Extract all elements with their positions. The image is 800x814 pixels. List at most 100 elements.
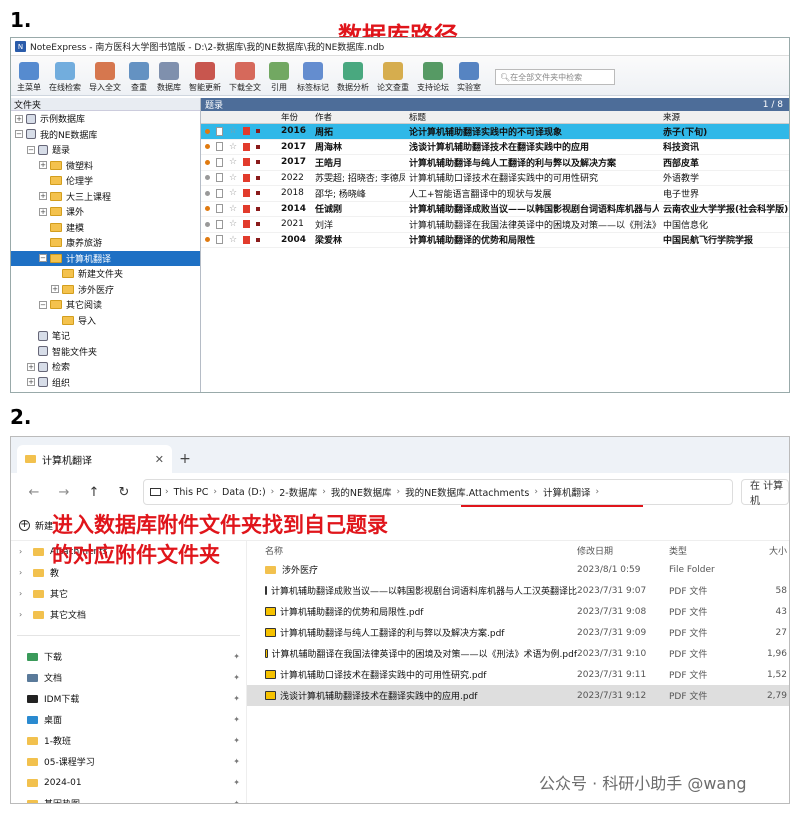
quick-access-item[interactable]: 下载 ✦ <box>11 646 246 667</box>
breadcrumb-item[interactable]: 2-数据库 <box>274 485 322 499</box>
breadcrumb-item[interactable]: Data (D:) <box>217 487 271 498</box>
file-row[interactable]: 计算机辅助翻译的优势和局限性.pdf 2023/7/31 9:08 PDF 文件 43 <box>247 601 789 622</box>
forward-icon[interactable]: → <box>49 485 79 500</box>
nav-item[interactable]: › 其它 <box>11 583 246 604</box>
expand-toggle-icon[interactable]: + <box>39 192 47 201</box>
star-icon[interactable]: ☆ <box>229 188 237 198</box>
col-year[interactable]: 年份 <box>277 111 311 123</box>
tree-node[interactable]: 新建文件夹 <box>11 266 200 282</box>
flag-icon[interactable] <box>243 142 251 151</box>
table-row[interactable]: ☆ 2018 邵华; 杨晓峰 人工+智能语言翻译中的现状与发展 电子世界 <box>201 186 789 202</box>
address-bar[interactable]: › This PC › Data (D:) › 2-数据库 › 我的NE数据库 › 我的NE数据库… <box>143 479 733 505</box>
tree-node[interactable]: + 示例数据库 <box>11 111 200 127</box>
pin-icon[interactable]: ✦ <box>233 799 240 803</box>
breadcrumb-item[interactable]: 我的NE数据库 <box>326 485 397 499</box>
toolbar-button[interactable]: 导入全文 <box>85 62 125 95</box>
tree-node[interactable]: 伦理学 <box>11 173 200 189</box>
chevron-right-icon[interactable]: › <box>19 610 29 619</box>
breadcrumb-item[interactable]: This PC <box>169 487 214 498</box>
star-icon[interactable]: ☆ <box>229 126 237 136</box>
table-row[interactable]: ☆ 2014 任诚刚 计算机辅助翻译成败当议——以韩国影视剧台词语料库机器与人… 云南农… <box>201 202 789 217</box>
star-icon[interactable]: ☆ <box>229 142 237 152</box>
toolbar-button[interactable]: 查重 <box>125 62 153 95</box>
tree-node[interactable]: + 检索 <box>11 359 200 375</box>
expand-toggle-icon[interactable]: + <box>27 378 35 387</box>
file-row[interactable]: 浅谈计算机辅助翻译技术在翻译实践中的应用.pdf 2023/7/31 9:12 PD… <box>247 685 789 706</box>
expand-toggle-icon[interactable]: − <box>39 300 47 309</box>
file-row[interactable]: 计算机辅助翻译在我国法律英译中的困境及对策——以《刑法》术语为例.pdf 2023… <box>247 643 789 664</box>
pin-icon[interactable]: ✦ <box>233 673 240 682</box>
file-row[interactable]: 计算机辅助口译技术在翻译实践中的可用性研究.pdf 2023/7/31 9:11 P… <box>247 664 789 685</box>
tree-node[interactable]: + 大三上课程 <box>11 189 200 205</box>
flag-icon[interactable] <box>243 127 251 136</box>
quick-access-item[interactable]: 基因热图 ✦ <box>11 793 246 803</box>
expand-toggle-icon[interactable] <box>51 316 59 324</box>
expand-toggle-icon[interactable]: − <box>15 130 23 139</box>
flag-icon[interactable] <box>243 158 251 167</box>
table-row[interactable]: ☆ 2016 周拓 论计算机辅助翻译实践中的不可译现象 赤子(下旬) <box>201 124 789 140</box>
expand-toggle-icon[interactable] <box>39 177 47 185</box>
toolbar-button[interactable]: 主菜单 <box>13 62 45 95</box>
quick-access-item[interactable]: 05-课程学习 ✦ <box>11 751 246 772</box>
flag-icon[interactable] <box>243 204 251 213</box>
toolbar-button[interactable]: 下载全文 <box>225 62 265 95</box>
quick-access-item[interactable]: 1-教班 ✦ <box>11 730 246 751</box>
breadcrumb-item[interactable]: 我的NE数据库.Attachments <box>400 485 534 499</box>
search-input[interactable]: 🔍︎ 在全部文件夹中检索 <box>495 69 615 85</box>
toolbar-button[interactable]: 数据库 <box>153 62 185 95</box>
expand-toggle-icon[interactable]: + <box>51 285 59 294</box>
star-icon[interactable]: ☆ <box>229 235 237 245</box>
chevron-right-icon[interactable]: › <box>19 568 29 577</box>
star-icon[interactable]: ☆ <box>229 219 237 229</box>
pin-icon[interactable]: ✦ <box>233 715 240 724</box>
star-icon[interactable]: ☆ <box>229 157 237 167</box>
refresh-icon[interactable]: ↻ <box>109 485 139 500</box>
expand-toggle-icon[interactable]: − <box>39 254 47 263</box>
quick-access-item[interactable]: 文档 ✦ <box>11 667 246 688</box>
expand-toggle-icon[interactable]: + <box>39 161 47 170</box>
tree-node[interactable]: 建模 <box>11 220 200 236</box>
col-date[interactable]: 修改日期 <box>577 544 669 557</box>
table-row[interactable]: ☆ 2022 苏雯超; 招晓杏; 李德凤 计算机辅助口译技术在翻译实践中的可用性研究 外… <box>201 171 789 186</box>
chevron-right-icon[interactable]: › <box>19 589 29 598</box>
file-row[interactable]: 计算机辅助翻译与纯人工翻译的利与弊以及解决方案.pdf 2023/7/31 9:0… <box>247 622 789 643</box>
expand-toggle-icon[interactable]: + <box>15 114 23 123</box>
toolbar-button[interactable]: 数据分析 <box>333 62 373 95</box>
tree-node[interactable]: − 题录 <box>11 142 200 158</box>
up-icon[interactable]: ↑ <box>79 485 109 500</box>
flag-icon[interactable] <box>243 235 251 244</box>
pin-icon[interactable]: ✦ <box>233 736 240 745</box>
tree-node[interactable]: 笔记 <box>11 328 200 344</box>
chevron-right-icon[interactable]: › <box>19 547 29 556</box>
quick-access-item[interactable]: IDM下载 ✦ <box>11 688 246 709</box>
expand-toggle-icon[interactable]: + <box>27 362 35 371</box>
tree-node[interactable]: + 课外 <box>11 204 200 220</box>
breadcrumb-item[interactable]: 计算机翻译 <box>538 485 596 499</box>
toolbar-button[interactable]: 在线检索 <box>45 62 85 95</box>
search-input[interactable]: 在 计算机 <box>741 479 789 507</box>
col-size[interactable]: 大小 <box>747 544 789 557</box>
close-icon[interactable]: ✕ <box>155 453 164 466</box>
table-row[interactable]: ☆ 2021 刘洋 计算机辅助翻译在我国法律英译中的困境及对策——以《刑法》… 中国信息… <box>201 217 789 233</box>
new-plus-icon[interactable]: + <box>19 520 30 531</box>
flag-icon[interactable] <box>243 173 251 182</box>
expand-toggle-icon[interactable] <box>39 239 47 247</box>
star-icon[interactable]: ☆ <box>229 204 237 214</box>
quick-access-item[interactable]: 桌面 ✦ <box>11 709 246 730</box>
expand-toggle-icon[interactable]: − <box>27 145 35 154</box>
flag-icon[interactable] <box>243 189 251 198</box>
star-icon[interactable]: ☆ <box>229 173 237 183</box>
tree-node[interactable]: − 计算机翻译 <box>11 250 200 266</box>
col-source[interactable]: 来源 <box>659 111 789 123</box>
tree-node[interactable]: − 我的NE数据库 <box>11 127 200 143</box>
back-icon[interactable]: ← <box>19 485 49 500</box>
tree-node[interactable]: + 组织 <box>11 375 200 391</box>
toolbar-button[interactable]: 智能更新 <box>185 62 225 95</box>
expand-toggle-icon[interactable] <box>51 270 59 278</box>
pin-icon[interactable]: ✦ <box>233 778 240 787</box>
tree-node[interactable]: 智能文件夹 <box>11 344 200 360</box>
pin-icon[interactable]: ✦ <box>233 694 240 703</box>
new-tab-button[interactable]: + <box>172 445 198 473</box>
expand-toggle-icon[interactable] <box>27 332 35 340</box>
toolbar-button[interactable]: 论文查重 <box>373 62 413 95</box>
